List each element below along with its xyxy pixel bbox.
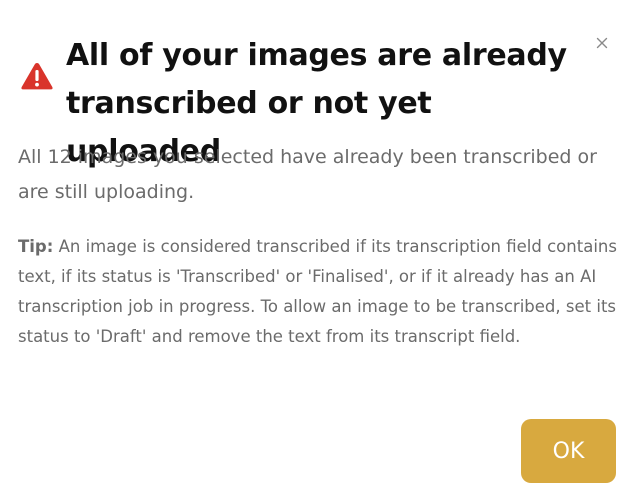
ok-button[interactable]: OK <box>521 419 616 483</box>
alert-dialog: All of your images are already transcrib… <box>0 0 636 500</box>
tip-paragraph: Tip: An image is considered transcribed … <box>18 232 618 352</box>
dialog-message: All 12 images you selected have already … <box>18 146 597 203</box>
warning-triangle-icon <box>20 61 54 91</box>
close-button[interactable] <box>592 33 612 53</box>
close-icon <box>592 33 612 53</box>
tip-label: Tip: <box>18 237 54 256</box>
tip-text: An image is considered transcribed if it… <box>18 237 617 346</box>
